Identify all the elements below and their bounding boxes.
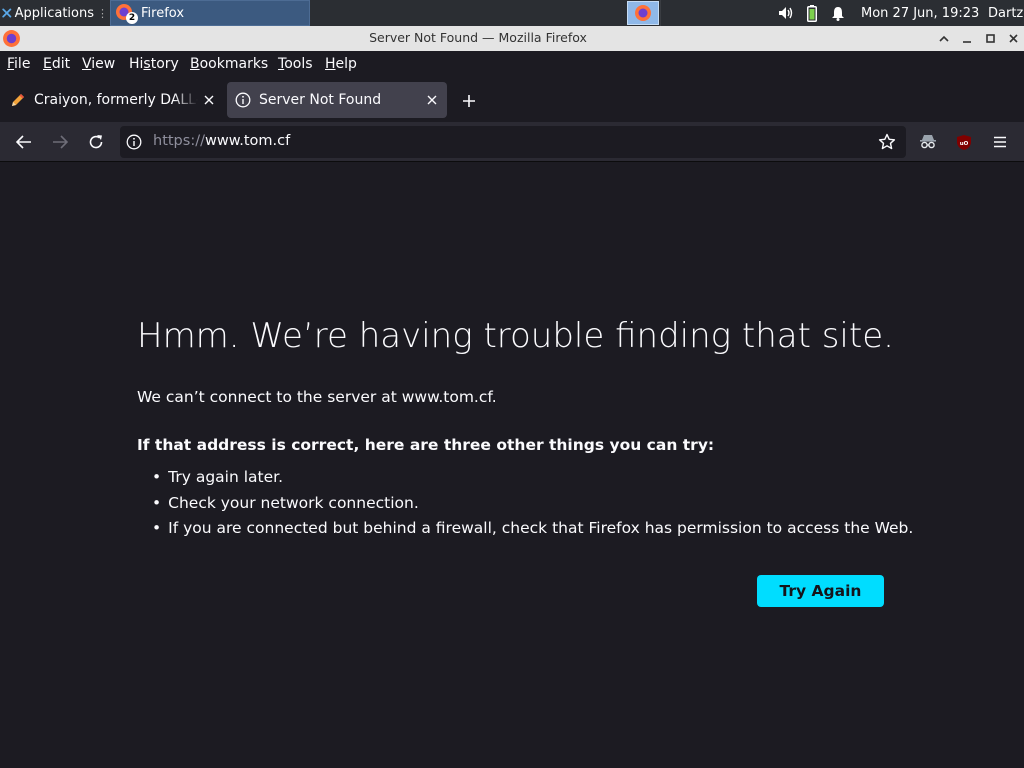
shade-window-button[interactable]	[933, 26, 955, 51]
tab-strip: Craiyon, formerly DALL-E mini Server Not…	[0, 78, 1024, 122]
back-button[interactable]	[8, 126, 40, 158]
taskbar-item-firefox[interactable]: 2 Firefox	[110, 0, 310, 26]
minimize-window-button[interactable]	[956, 26, 978, 51]
bookmark-star-icon[interactable]	[878, 133, 896, 151]
ublock-origin-button[interactable]: uO	[948, 126, 980, 158]
firefox-icon: 2	[115, 3, 138, 24]
info-icon	[235, 92, 251, 108]
arrow-right-icon	[53, 135, 68, 149]
arrow-left-icon	[16, 135, 31, 149]
suggestions-list: Try again later. Check your network conn…	[152, 468, 913, 545]
error-description: We can’t connect to the server at www.to…	[137, 388, 497, 406]
menu-file[interactable]: File	[7, 56, 30, 72]
pencil-icon	[12, 94, 24, 106]
window-titlebar[interactable]: Server Not Found — Mozilla Firefox	[0, 26, 1024, 51]
reload-button[interactable]	[80, 126, 112, 158]
url-host: www.tom.cf	[204, 133, 291, 149]
panel-separator-icon: ⋮	[97, 6, 108, 20]
chevron-up-icon	[939, 35, 949, 42]
menu-tools[interactable]: Tools	[278, 56, 313, 72]
tab-server-not-found[interactable]: Server Not Found	[227, 82, 447, 118]
suggestion-item: Check your network connection.	[152, 494, 913, 520]
forward-button[interactable]	[44, 126, 76, 158]
tab-label: Server Not Found	[259, 92, 382, 108]
window-count-badge: 2	[126, 12, 138, 24]
ublock-shield-icon: uO	[957, 134, 971, 150]
window-title: Server Not Found — Mozilla Firefox	[369, 30, 587, 45]
notification-bell-icon[interactable]	[828, 0, 848, 26]
applications-menu-button[interactable]: Applications ⋮	[0, 0, 108, 26]
new-tab-button[interactable]	[456, 88, 482, 114]
url-scheme: https://	[153, 133, 205, 149]
menu-help[interactable]: Help	[325, 56, 357, 72]
user-menu[interactable]: Dartz	[988, 0, 1024, 26]
applications-label: Applications	[14, 5, 94, 21]
close-window-button[interactable]	[1002, 26, 1024, 51]
battery-icon[interactable]	[804, 0, 820, 26]
error-title: Hmm. We’re having trouble finding that s…	[137, 316, 894, 356]
tab-label: Craiyon, formerly DALL-E mini	[34, 92, 198, 108]
maximize-window-button[interactable]	[979, 26, 1001, 51]
suggestion-item: Try again later.	[152, 468, 913, 494]
taskbar-item-label: Firefox	[141, 5, 185, 21]
tab-craiyon[interactable]: Craiyon, formerly DALL-E mini	[2, 82, 224, 118]
volume-icon[interactable]	[776, 0, 796, 26]
top-panel: Applications ⋮ 2 Firefox Mon 27 Jun, 19:…	[0, 0, 1024, 26]
plus-icon	[463, 95, 475, 107]
navigation-toolbar: https://www.tom.cf uO	[0, 122, 1024, 162]
firefox-icon	[635, 5, 651, 21]
menu-edit[interactable]: Edit	[43, 56, 70, 72]
try-again-button[interactable]: Try Again	[757, 575, 884, 607]
suggestion-item: If you are connected but behind a firewa…	[152, 519, 913, 545]
close-tab-icon[interactable]	[198, 89, 220, 111]
close-tab-icon[interactable]	[421, 89, 443, 111]
close-icon	[1008, 34, 1018, 43]
site-info-icon[interactable]	[126, 134, 142, 150]
incognito-spy-icon	[920, 135, 936, 149]
error-page: Hmm. We’re having trouble finding that s…	[0, 163, 1024, 768]
clock[interactable]: Mon 27 Jun, 19:23	[861, 0, 985, 26]
reload-icon	[89, 135, 103, 149]
svg-text:uO: uO	[960, 141, 969, 147]
menu-view[interactable]: View	[82, 56, 115, 72]
menu-history[interactable]: History	[129, 56, 179, 72]
hamburger-menu-icon	[994, 136, 1006, 148]
maximize-icon	[985, 34, 995, 43]
app-menu-button[interactable]	[984, 126, 1016, 158]
menu-bar: File Edit View History Bookmarks Tools H…	[0, 51, 1024, 78]
url-input[interactable]: https://www.tom.cf	[153, 133, 290, 149]
suggestions-heading: If that address is correct, here are thr…	[137, 436, 715, 454]
workspace-2-button[interactable]	[660, 0, 764, 26]
menu-bookmarks[interactable]: Bookmarks	[190, 56, 268, 72]
minimize-icon	[963, 40, 971, 43]
workspace-1-button[interactable]	[627, 1, 659, 25]
extension-spy-button[interactable]	[912, 126, 944, 158]
url-bar[interactable]: https://www.tom.cf	[120, 126, 906, 158]
xfce-logo-icon	[2, 8, 12, 18]
